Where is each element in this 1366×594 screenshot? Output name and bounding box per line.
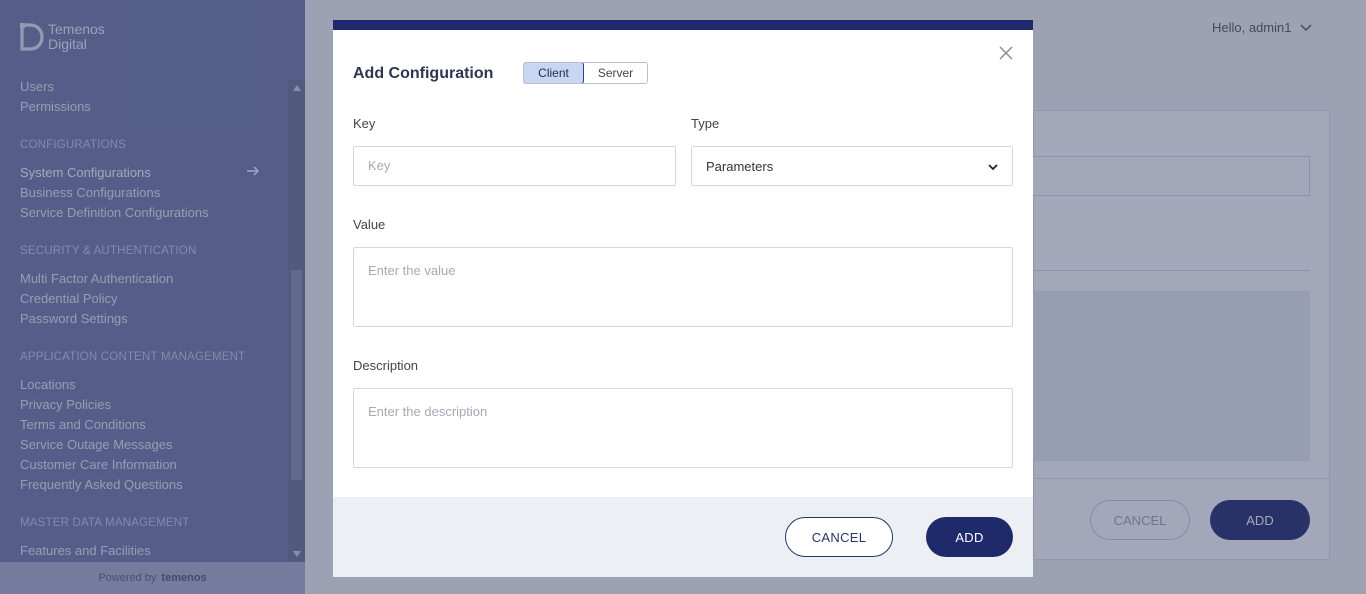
- type-select[interactable]: Parameters: [691, 146, 1013, 186]
- description-label: Description: [353, 358, 419, 373]
- modal-accent-bar: [333, 20, 1033, 30]
- type-select-value: Parameters: [706, 158, 774, 174]
- add-button[interactable]: ADD: [926, 517, 1013, 557]
- description-textarea[interactable]: Enter the description: [353, 388, 1013, 468]
- chevron-down-icon: [988, 159, 998, 174]
- toggle-server-button[interactable]: Server: [584, 63, 647, 83]
- value-textarea[interactable]: Enter the value: [353, 247, 1013, 327]
- key-label: Key: [353, 116, 376, 131]
- modal-title: Add Configuration: [353, 65, 494, 82]
- key-input[interactable]: Key: [353, 146, 676, 186]
- add-configuration-dialog: Add Configuration Client Server Key Key …: [333, 20, 1033, 577]
- value-label: Value: [353, 217, 386, 232]
- client-server-toggle: Client Server: [523, 62, 648, 84]
- toggle-client-button[interactable]: Client: [524, 63, 584, 83]
- modal-footer: CANCEL ADD: [333, 497, 1033, 577]
- close-icon[interactable]: [997, 44, 1015, 62]
- cancel-button[interactable]: CANCEL: [785, 517, 893, 557]
- type-label: Type: [691, 116, 720, 131]
